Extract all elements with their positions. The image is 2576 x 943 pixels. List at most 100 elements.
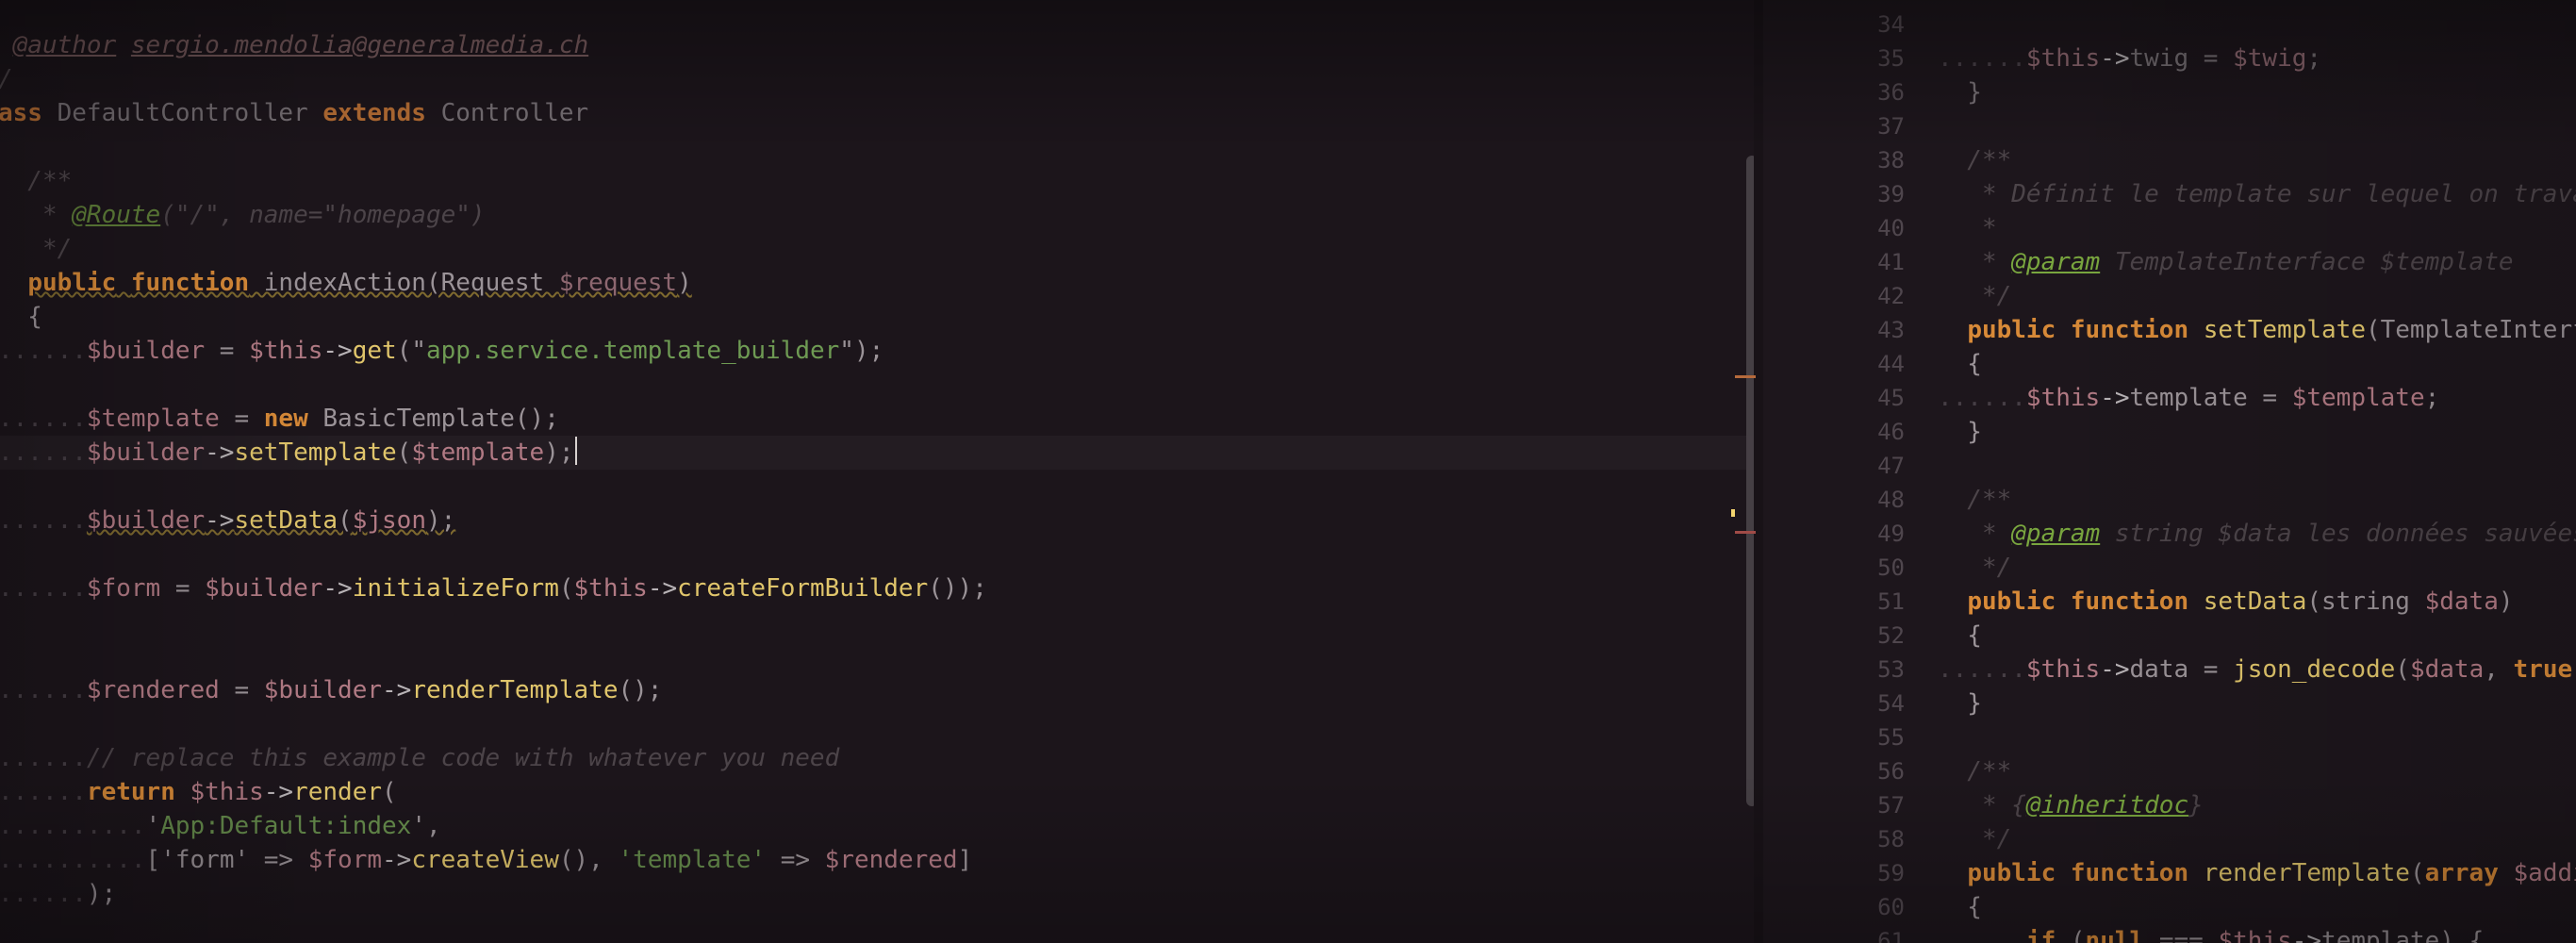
- code-token: public: [1967, 316, 2056, 344]
- code-token: ',: [411, 812, 441, 840]
- code-token: setData: [234, 506, 339, 535]
- code-text: */: [1938, 822, 2011, 856]
- code-token: $template: [86, 405, 220, 433]
- code-token: $template: [2291, 384, 2425, 412]
- code-token: new: [263, 405, 308, 433]
- right-code-line: 61 ......if (null === $this->template) {: [1763, 924, 2576, 943]
- left-code-line: [0, 707, 1754, 741]
- code-token: );: [86, 880, 117, 908]
- code-token: ......: [0, 506, 87, 535]
- code-token: setData: [2203, 587, 2307, 616]
- code-token: $request: [558, 269, 678, 297]
- line-number: 48: [1877, 487, 1905, 513]
- code-text: public function setTemplate(TemplateInte…: [1938, 313, 2576, 347]
- right-code-line: 37: [1763, 109, 2576, 143]
- right-code-line: 53 ......$this->data = json_decode($data,…: [1763, 653, 2576, 687]
- code-token: ): [2498, 587, 2514, 616]
- right-code-line: 44 {: [1763, 347, 2576, 381]
- code-token: *: [1938, 214, 1997, 242]
- right-code-line: 41 * @param TemplateInterface $template: [1763, 245, 2576, 279]
- code-token: /: [0, 65, 13, 93]
- code-text: ......$builder->setTemplate($template);: [0, 436, 577, 470]
- code-token: ->: [205, 438, 235, 467]
- code-token: @inheritdoc: [2025, 791, 2189, 819]
- code-token: (string: [2306, 587, 2425, 616]
- right-editor-pane[interactable]: 34 35 ......$this->twig = $twig; 36 } 37 38 /…: [1763, 0, 2576, 943]
- code-text: ......return $this->render(: [0, 775, 397, 809]
- right-code-line: 34: [1763, 8, 2576, 41]
- code-token: initializeForm: [352, 574, 559, 603]
- right-code-line: 49 * @param string $data les données sau…: [1763, 517, 2576, 551]
- code-token: ..........: [0, 846, 146, 874]
- text-cursor-icon: [574, 437, 577, 465]
- code-text: /**: [1938, 483, 2011, 517]
- code-text: ......$template = new BasicTemplate();: [0, 402, 559, 436]
- code-token: function: [130, 269, 250, 297]
- code-token: ->: [2100, 384, 2130, 412]
- code-token: $rendered: [824, 846, 958, 874]
- code-token: ->: [322, 337, 353, 365]
- code-token: *: [1938, 520, 2012, 548]
- code-token: ();: [618, 676, 663, 704]
- code-token: string $data les données sauvées: [2100, 520, 2576, 548]
- code-token: ......: [1938, 927, 2026, 943]
- code-token: ass: [0, 99, 42, 127]
- code-token: *: [1938, 248, 2012, 276]
- code-token: * Définit le template sur lequel on trav…: [1938, 180, 2576, 208]
- code-token: ->: [322, 574, 353, 603]
- left-editor-pane[interactable]: @author sergio.mendolia@generalmedia.ch /…: [0, 0, 1754, 943]
- right-code-line: 38 /**: [1763, 143, 2576, 177]
- left-code-line: public function indexAction(Request $req…: [0, 266, 1754, 300]
- code-token: /**: [1938, 146, 2012, 174]
- left-code-line: ......$form = $builder->initializeForm($…: [0, 571, 1754, 605]
- code-token: $this: [573, 574, 648, 603]
- left-code-line: ..........['form' => $form->createView()…: [0, 843, 1754, 877]
- code-token: ......: [1938, 384, 2026, 412]
- code-text: @author sergio.mendolia@generalmedia.ch: [0, 28, 589, 62]
- line-number: 37: [1877, 113, 1905, 140]
- line-number: 35: [1877, 45, 1905, 72]
- code-token: =: [2188, 655, 2234, 684]
- code-text: {: [1938, 347, 1982, 381]
- code-token: /**: [1938, 486, 2012, 514]
- code-token: ..........: [0, 812, 146, 840]
- code-text: }: [1938, 687, 1982, 720]
- code-token: ]: [957, 846, 973, 874]
- pane-divider[interactable]: [1754, 0, 1763, 943]
- code-text: /**: [0, 164, 72, 198]
- code-text: ......if (null === $this->template) {: [1938, 924, 2484, 943]
- code-token: ) {: [2439, 927, 2485, 943]
- code-text: * @param TemplateInterface $template: [1938, 245, 2514, 279]
- code-token: json_decode: [2233, 655, 2396, 684]
- code-token: ("/", name="homepage"): [160, 201, 486, 229]
- left-code-line: [0, 130, 1754, 164]
- code-token: ->: [263, 778, 294, 806]
- code-token: */: [1938, 825, 2012, 853]
- code-token: function: [2070, 316, 2189, 344]
- code-token: ->: [2291, 927, 2322, 943]
- code-token: */: [0, 235, 73, 263]
- left-code-line: ......$template = new BasicTemplate();: [0, 402, 1754, 436]
- warning-marker: [1735, 375, 1756, 378]
- left-scrollbar[interactable]: [1746, 156, 1754, 806]
- code-token: =: [205, 337, 250, 365]
- code-text: * {@inheritdoc}: [1938, 788, 2204, 822]
- code-token: @param: [2011, 520, 2101, 548]
- code-token: (": [396, 337, 426, 365]
- code-token: (TemplateInterf: [2365, 316, 2576, 344]
- line-number: 47: [1877, 453, 1905, 479]
- code-text: ......$this->data = json_decode($data, t…: [1938, 653, 2576, 687]
- code-token: ,: [2484, 655, 2514, 684]
- code-token: (: [396, 438, 412, 467]
- code-token: ());: [928, 574, 987, 603]
- code-token: ......: [0, 574, 87, 603]
- code-token: ->: [382, 846, 412, 874]
- code-text: ..........'App:Default:index',: [0, 809, 441, 843]
- line-number: 39: [1877, 181, 1905, 207]
